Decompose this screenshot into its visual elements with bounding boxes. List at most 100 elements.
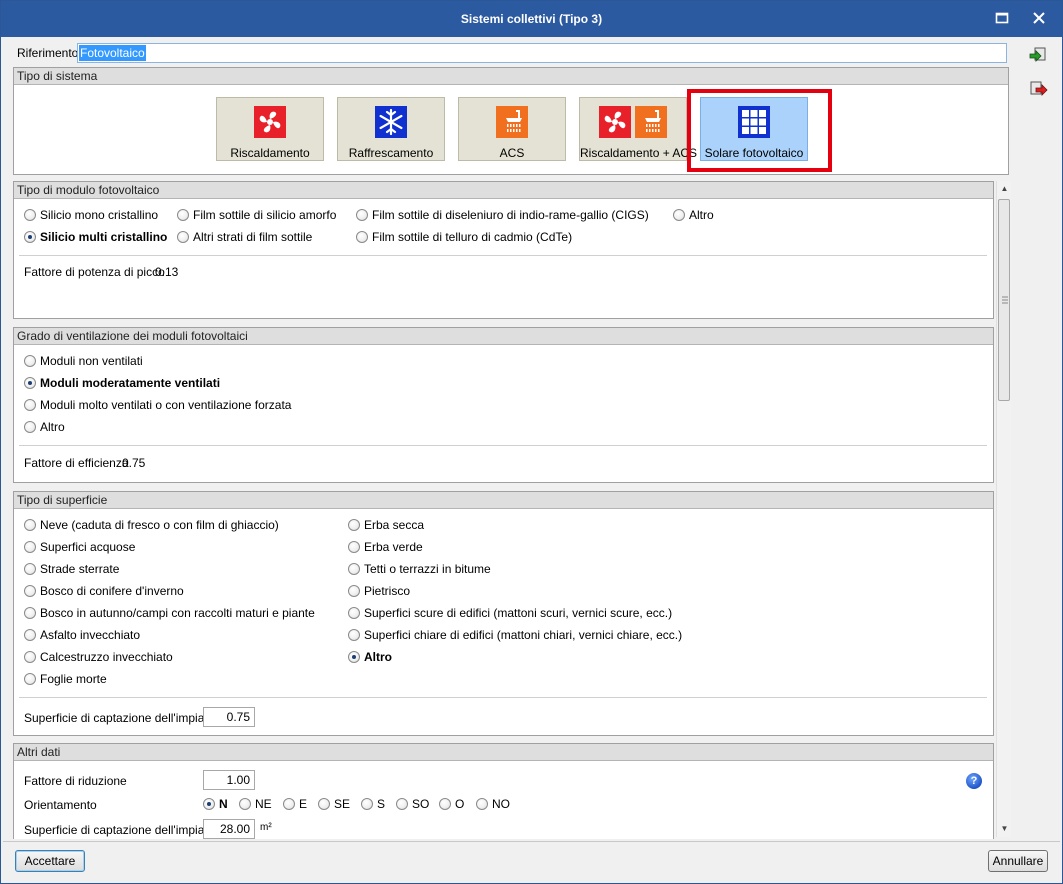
impianto-captazione-label: Superficie di captazione dell'impianto xyxy=(24,823,222,837)
fan-icon xyxy=(599,106,632,138)
option-label: Foglie morte xyxy=(40,672,107,686)
option-label: SO xyxy=(412,797,430,811)
radio-button[interactable] xyxy=(348,541,360,553)
radio-button[interactable] xyxy=(356,209,368,221)
title-bar[interactable]: Sistemi collettivi (Tipo 3) xyxy=(1,1,1062,37)
option-label: Moduli moderatamente ventilati xyxy=(40,376,221,390)
option-label: Silicio multi cristallino xyxy=(40,230,168,244)
option-label: Film sottile di telluro di cadmio (CdTe) xyxy=(372,230,573,244)
radio-button[interactable] xyxy=(348,651,360,663)
import-button[interactable] xyxy=(1028,45,1048,65)
radio-button[interactable] xyxy=(24,673,36,685)
sistema-acs-button[interactable]: ACS xyxy=(458,97,566,161)
superficie-captazione-input[interactable]: 0.75 xyxy=(203,707,255,727)
option-label: Asfalto invecchiato xyxy=(40,628,141,642)
radio-button[interactable] xyxy=(348,519,360,531)
superficie-captazione-label: Superficie di captazione dell'impianto xyxy=(24,711,222,725)
radio-button[interactable] xyxy=(476,798,488,810)
radio-button[interactable] xyxy=(177,209,189,221)
option-label: Moduli molto ventilati o con ventilazion… xyxy=(40,398,292,412)
maximize-button[interactable] xyxy=(991,9,1013,29)
grip-icon xyxy=(1002,296,1008,304)
riferimento-input[interactable]: Fotovoltaico xyxy=(77,43,1007,63)
shower-icon xyxy=(634,106,667,138)
option-label: S xyxy=(377,797,386,811)
accept-button[interactable]: Accettare xyxy=(15,850,85,872)
radio-button[interactable] xyxy=(348,585,360,597)
vertical-scrollbar[interactable]: ▲ ▼ xyxy=(996,181,1011,837)
radio-button[interactable] xyxy=(24,421,36,433)
impianto-captazione-input[interactable]: 28.00 xyxy=(203,819,255,839)
dialog-window: Sistemi collettivi (Tipo 3) Riferimento … xyxy=(0,0,1063,884)
radio-button[interactable] xyxy=(673,209,685,221)
radio-button[interactable] xyxy=(24,519,36,531)
altri-dati-header: Altri dati xyxy=(14,744,993,761)
radio-button[interactable] xyxy=(24,541,36,553)
radio-button[interactable] xyxy=(239,798,251,810)
shower-icon xyxy=(496,106,528,138)
radio-button[interactable] xyxy=(24,231,36,243)
modulo-group: Tipo di modulo fotovoltaico xyxy=(13,181,994,319)
option-label: Altro xyxy=(689,208,714,222)
radio-button[interactable] xyxy=(348,607,360,619)
radio-button[interactable] xyxy=(439,798,451,810)
riferimento-label: Riferimento xyxy=(17,46,79,60)
scroll-thumb[interactable] xyxy=(998,199,1010,401)
scroll-up-icon[interactable]: ▲ xyxy=(997,181,1012,197)
radio-button[interactable] xyxy=(203,798,215,810)
export-button[interactable] xyxy=(1028,79,1048,99)
sistema-riscaldamento-button[interactable]: Riscaldamento xyxy=(216,97,324,161)
close-button[interactable] xyxy=(1028,9,1050,29)
radio-button[interactable] xyxy=(24,585,36,597)
option-label: Tetti o terrazzi in bitume xyxy=(364,562,491,576)
footer-separator xyxy=(3,841,1060,842)
radio-button[interactable] xyxy=(177,231,189,243)
fattore-efficienza-value: 0.75 xyxy=(122,456,146,470)
radio-button[interactable] xyxy=(24,377,36,389)
close-icon xyxy=(1033,12,1045,24)
radio-button[interactable] xyxy=(356,231,368,243)
radio-button[interactable] xyxy=(24,399,36,411)
radio-button[interactable] xyxy=(348,563,360,575)
window-title: Sistemi collettivi (Tipo 3) xyxy=(460,12,603,26)
radio-button[interactable] xyxy=(348,629,360,641)
radio-button[interactable] xyxy=(361,798,373,810)
fattore-riduzione-input[interactable]: 1.00 xyxy=(203,770,255,790)
option-label: Altro xyxy=(364,650,392,664)
radio-button[interactable] xyxy=(396,798,408,810)
option-label: Superfici chiare di edifici (mattoni chi… xyxy=(364,628,683,642)
option-label: Silicio mono cristallino xyxy=(40,208,159,222)
separator xyxy=(19,445,987,446)
help-icon[interactable]: ? xyxy=(966,773,982,789)
radio-button[interactable] xyxy=(24,651,36,663)
import-arrow-icon xyxy=(1029,47,1046,62)
sistema-raffrescamento-button[interactable]: Raffrescamento xyxy=(337,97,445,161)
radio-button[interactable] xyxy=(283,798,295,810)
cancel-button[interactable]: Annullare xyxy=(988,850,1048,872)
maximize-icon xyxy=(995,12,1009,24)
option-label: N xyxy=(219,797,228,811)
radio-button[interactable] xyxy=(24,607,36,619)
sistema-acs-label: ACS xyxy=(499,146,525,160)
fattore-potenza-label: Fattore di potenza di picco xyxy=(24,265,165,279)
option-label: Strade sterrate xyxy=(40,562,120,576)
option-label: Superfici scure di edifici (mattoni scur… xyxy=(364,606,673,620)
option-label: O xyxy=(455,797,465,811)
option-label: Bosco di conifere d'inverno xyxy=(40,584,184,598)
ventilazione-header: Grado di ventilazione dei moduli fotovol… xyxy=(14,328,993,345)
scroll-down-icon[interactable]: ▼ xyxy=(997,821,1012,837)
sistema-raffrescamento-label: Raffrescamento xyxy=(348,146,434,160)
sistema-riscaldamento-label: Riscaldamento xyxy=(230,146,310,160)
radio-button[interactable] xyxy=(318,798,330,810)
fattore-potenza-value: 0.13 xyxy=(155,265,179,279)
fattore-efficienza-label: Fattore di efficienza xyxy=(24,456,129,470)
fan-icon xyxy=(254,106,286,138)
option-label: Pietrisco xyxy=(364,584,411,598)
option-label: Film sottile di diseleniuro di indio-ram… xyxy=(372,208,649,222)
radio-button[interactable] xyxy=(24,209,36,221)
sistema-riscaldamento-acs-label: Riscaldamento + ACS xyxy=(580,146,698,160)
radio-button[interactable] xyxy=(24,355,36,367)
radio-button[interactable] xyxy=(24,563,36,575)
radio-button[interactable] xyxy=(24,629,36,641)
sistema-riscaldamento-acs-button[interactable]: Riscaldamento + ACS xyxy=(579,97,698,161)
